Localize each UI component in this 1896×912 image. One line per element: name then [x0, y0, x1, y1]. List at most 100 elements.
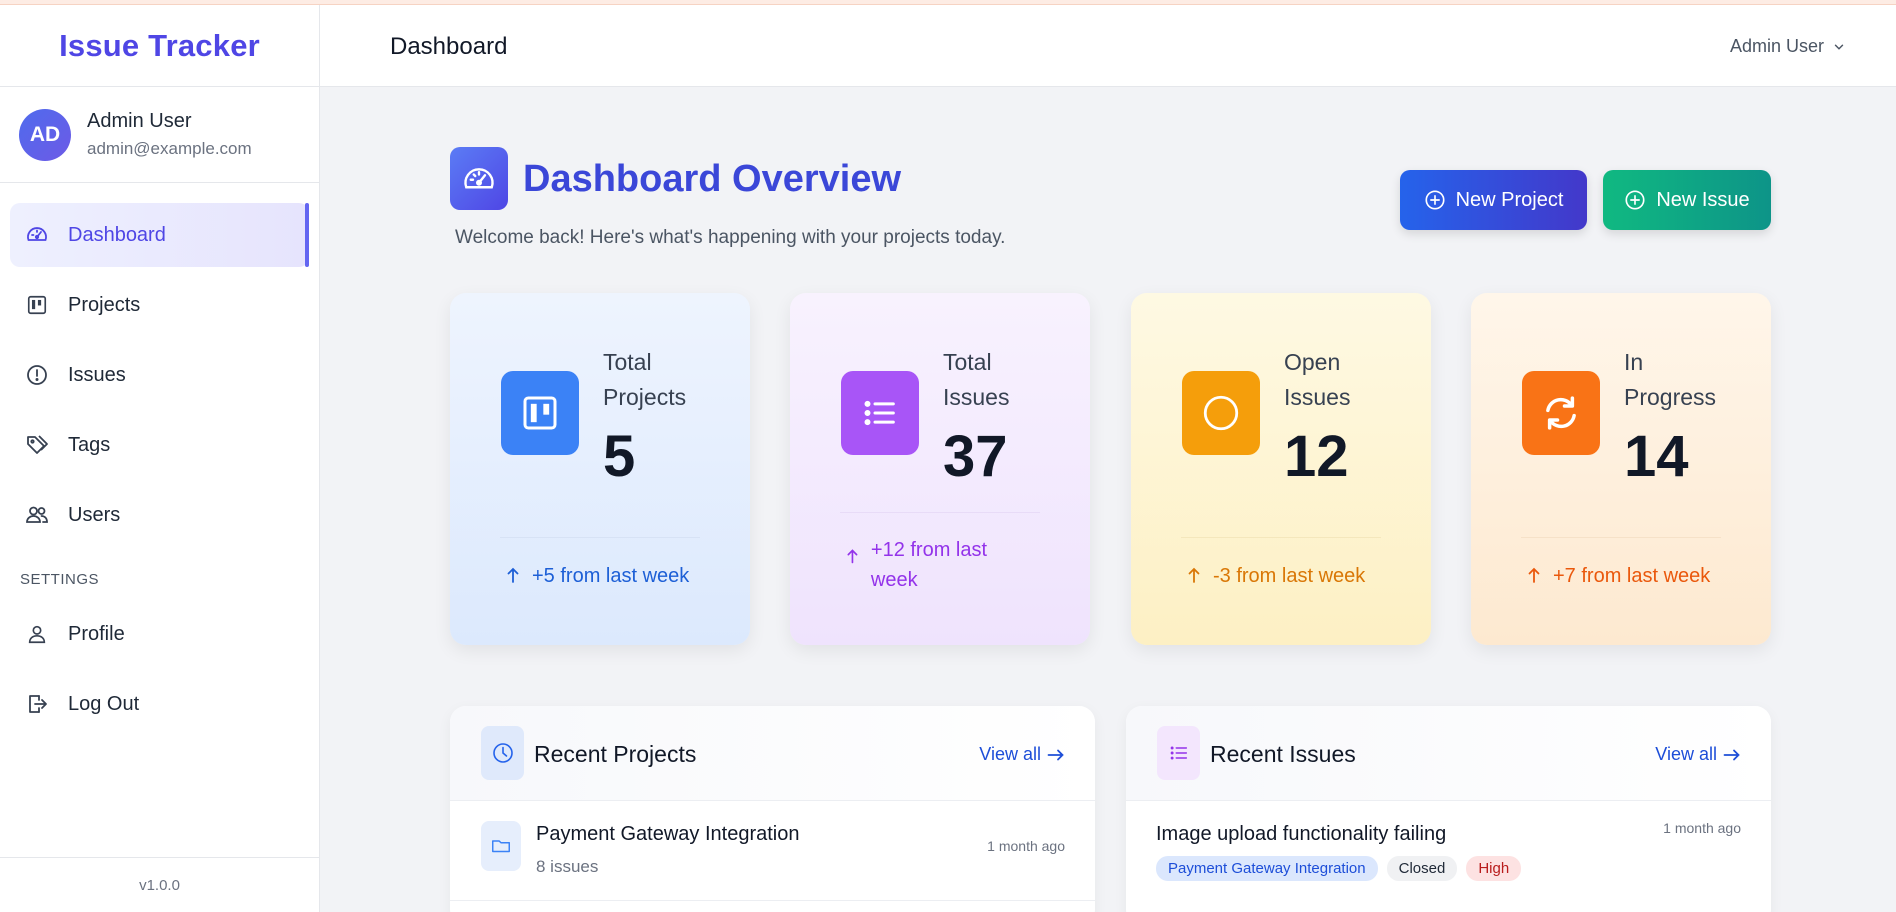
project-badge: Payment Gateway Integration — [1156, 856, 1378, 881]
folder-icon — [481, 821, 521, 871]
settings-section-label: SETTINGS — [20, 571, 100, 588]
issue-timestamp: 1 month ago — [1663, 820, 1741, 836]
top-header: Dashboard Admin User — [320, 5, 1896, 87]
stat-label: Open Issues — [1284, 349, 1351, 410]
stat-value: 37 — [943, 424, 1008, 489]
divider — [840, 512, 1040, 513]
sidebar-item-tags[interactable]: Tags — [10, 413, 309, 477]
user-menu-label: Admin User — [1729, 36, 1824, 56]
new-project-label: New Project — [1455, 188, 1564, 211]
new-project-button[interactable]: New Project — [1400, 170, 1587, 230]
arrow-up-icon — [1188, 567, 1200, 583]
view-all-label: View all — [979, 744, 1041, 764]
arrow-up-icon — [847, 549, 858, 564]
page-subtitle: Welcome back! Here's what's happening wi… — [455, 227, 1006, 248]
sidebar-item-label: Profile — [68, 622, 125, 645]
arrow-right-icon — [1047, 749, 1064, 760]
divider — [1181, 537, 1381, 538]
refresh-icon — [1522, 371, 1600, 455]
stat-change: +5 from last week — [506, 565, 689, 588]
stat-change-text: +12 from last week — [870, 539, 988, 591]
stat-card-in-progress[interactable]: In Progress 14 +7 from last week — [1471, 293, 1771, 645]
divider — [500, 537, 700, 538]
stat-card-total-issues[interactable]: Total Issues 37 +12 from last week — [790, 293, 1090, 645]
stat-card-open-issues[interactable]: Open Issues 12 -3 from last week — [1131, 293, 1431, 645]
view-all-projects-link[interactable]: View all — [979, 744, 1065, 765]
arrow-right-icon — [1723, 749, 1740, 760]
person-icon — [24, 621, 50, 647]
sidebar-item-label: Projects — [68, 293, 141, 316]
list-icon — [1157, 726, 1200, 780]
sidebar-item-users[interactable]: Users — [10, 483, 309, 547]
sidebar-item-logout[interactable]: Log Out — [10, 672, 309, 736]
panel-title: Recent Projects — [534, 741, 697, 767]
sidebar-item-label: Dashboard — [68, 223, 166, 246]
new-issue-button[interactable]: New Issue — [1603, 170, 1771, 230]
panel-header: Recent Issues View all — [1126, 706, 1771, 801]
chevron-down-icon — [1834, 44, 1844, 50]
sidebar-item-dashboard[interactable]: Dashboard — [10, 203, 309, 267]
sidebar-item-issues[interactable]: Issues — [10, 343, 309, 407]
stat-label: Total Projects — [603, 349, 687, 410]
user-name: Admin User — [87, 110, 192, 132]
user-menu-button[interactable]: Admin User — [1730, 36, 1846, 57]
sidebar-item-label: Users — [68, 503, 121, 526]
stat-change-text: -3 from last week — [1213, 565, 1366, 587]
sidebar-item-profile[interactable]: Profile — [10, 602, 309, 666]
project-issue-count: 8 issues — [536, 857, 599, 876]
recent-projects-panel: Recent Projects View all Payment Gateway… — [450, 706, 1095, 912]
view-all-issues-link[interactable]: View all — [1655, 744, 1741, 765]
app-version: v1.0.0 — [0, 857, 319, 912]
page-title: Dashboard Overview — [523, 158, 902, 200]
sidebar-nav: Dashboard Projects Issues Tags Users SET… — [0, 183, 319, 736]
sidebar-item-label: Tags — [68, 433, 111, 456]
stat-label: In Progress — [1624, 349, 1717, 410]
list-item[interactable]: Payment Gateway Integration 8 issues 1 m… — [450, 801, 1095, 901]
new-issue-label: New Issue — [1656, 188, 1750, 211]
stat-value: 5 — [603, 424, 636, 489]
status-badge: Closed — [1386, 856, 1458, 881]
list-item[interactable]: Image upload functionality failing 1 mon… — [1126, 801, 1771, 901]
kanban-icon — [24, 292, 50, 318]
panel-title: Recent Issues — [1210, 741, 1356, 767]
gauge-icon — [24, 222, 50, 248]
stat-value: 12 — [1284, 424, 1349, 489]
users-icon — [24, 502, 50, 528]
sidebar: Issue Tracker AD Admin User admin@exampl… — [0, 5, 320, 912]
user-card: AD Admin User admin@example.com — [0, 87, 319, 183]
stat-value: 14 — [1624, 424, 1689, 489]
project-timestamp: 1 month ago — [987, 838, 1065, 854]
stat-change: +12 from last week — [846, 535, 1026, 595]
stat-change-text: +5 from last week — [532, 565, 690, 587]
stat-label: Total Issues — [943, 349, 1010, 410]
sidebar-item-label: Log Out — [68, 692, 140, 715]
sidebar-item-label: Issues — [68, 363, 126, 386]
brand: Issue Tracker — [0, 5, 319, 87]
sidebar-item-projects[interactable]: Projects — [10, 273, 309, 337]
tag-icon — [24, 432, 50, 458]
plus-circle-icon — [1625, 190, 1645, 210]
arrow-up-icon — [507, 567, 519, 583]
header-title: Dashboard — [390, 33, 508, 60]
logout-icon — [24, 691, 50, 717]
divider — [1521, 537, 1721, 538]
stat-change-text: +7 from last week — [1553, 565, 1711, 587]
issue-tags: Payment Gateway Integration Closed High — [1156, 856, 1522, 881]
app-title[interactable]: Issue Tracker — [59, 28, 260, 64]
project-name[interactable]: Payment Gateway Integration — [536, 823, 799, 846]
avatar: AD — [19, 108, 71, 161]
panel-header: Recent Projects View all — [450, 706, 1095, 801]
user-email: admin@example.com — [87, 139, 252, 158]
clock-icon — [481, 726, 524, 780]
view-all-label: View all — [1655, 744, 1717, 764]
alert-circle-icon — [24, 362, 50, 388]
dashboard-gauge-icon — [450, 147, 508, 210]
arrow-up-icon — [1528, 567, 1540, 583]
stat-card-total-projects[interactable]: Total Projects 5 +5 from last week — [450, 293, 750, 645]
recent-issues-panel: Recent Issues View all Image upload func… — [1126, 706, 1771, 912]
plus-circle-icon — [1425, 190, 1445, 210]
priority-badge: High — [1466, 856, 1522, 881]
stat-change: +7 from last week — [1527, 565, 1710, 588]
issue-title[interactable]: Image upload functionality failing — [1156, 823, 1446, 846]
kanban-icon — [501, 371, 579, 455]
